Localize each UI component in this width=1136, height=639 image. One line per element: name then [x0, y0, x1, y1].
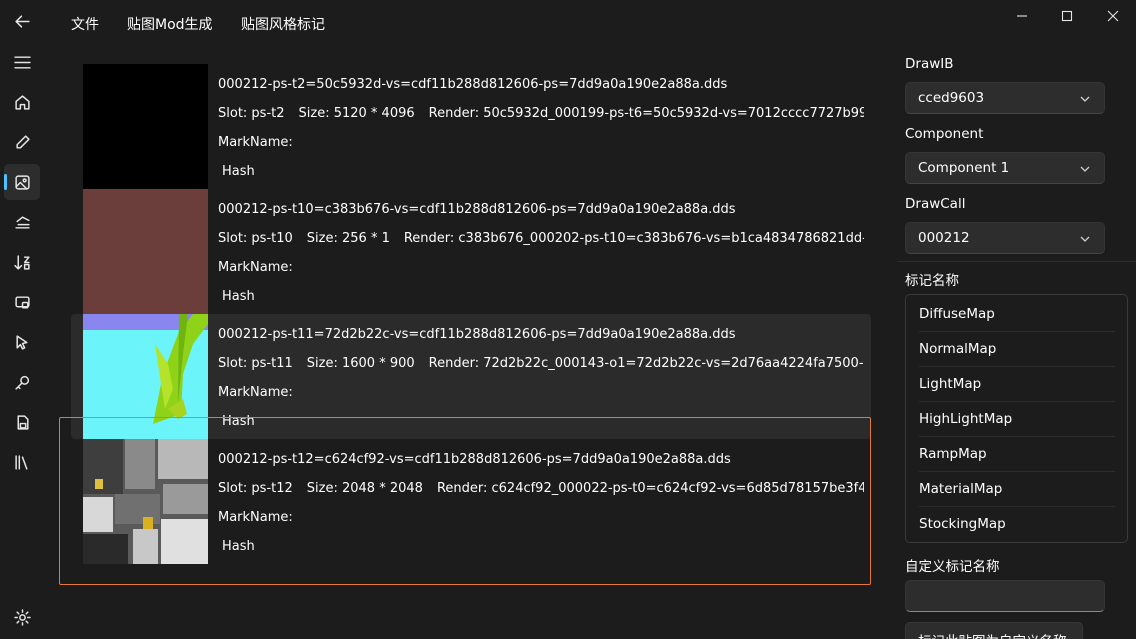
menu-file[interactable]: 文件 [71, 15, 99, 35]
selection-indicator [4, 174, 7, 190]
texture-row[interactable]: 000212-ps-t2=50c5932d-vs=cdf11b288d81260… [71, 64, 871, 189]
maximize-icon [1061, 10, 1073, 22]
drawib-combobox[interactable]: cced9603 [905, 82, 1105, 114]
texture-render: Render: c383b676_000202-ps-t10=c383b676-… [403, 231, 864, 246]
texture-render: Render: c624cf92_000022-ps-t0=c624cf92-v… [436, 481, 864, 496]
texture-meta: Slot: ps-t11 Size: 1600 * 900 Render: 72d2… [218, 355, 864, 373]
nav-cursor[interactable] [4, 324, 40, 360]
nav-photo-monitor[interactable] [4, 284, 40, 320]
chevron-down-icon [1080, 236, 1090, 242]
apply-custom-mark-button[interactable]: 标记此贴图为自定义名称 [905, 622, 1083, 639]
texture-thumbnail [83, 64, 208, 189]
nav-key[interactable] [4, 364, 40, 400]
custom-mark-input[interactable] [905, 580, 1105, 612]
home-icon [14, 94, 30, 110]
component-value: Component 1 [918, 160, 1010, 176]
texture-markname: MarkName: [218, 260, 293, 275]
mark-name-list: DiffuseMap NormalMap LightMap HighLightM… [905, 294, 1128, 543]
texture-hash: Hash [222, 289, 255, 304]
close-button[interactable] [1090, 2, 1136, 30]
texture-markname: MarkName: [218, 510, 293, 525]
nav-layers[interactable] [4, 204, 40, 240]
texture-hash: Hash [222, 414, 255, 429]
menu-toggle-button[interactable] [4, 44, 40, 80]
pencil-icon [15, 134, 30, 149]
library-icon [14, 454, 27, 470]
cursor-icon [15, 334, 27, 350]
drawcall-value: 000212 [918, 230, 970, 246]
texture-markname: MarkName: [218, 385, 293, 400]
list-item[interactable]: NormalMap [919, 332, 1115, 367]
nav-home[interactable] [4, 84, 40, 120]
texture-filename: 000212-ps-t10=c383b676-vs=cdf11b288d8126… [218, 202, 736, 217]
panel-divider [897, 261, 1136, 262]
texture-filename: 000212-ps-t11=72d2b22c-vs=cdf11b288d8126… [218, 327, 736, 342]
settings-icon [13, 608, 31, 626]
sort-icon [13, 254, 30, 270]
close-icon [1107, 10, 1119, 22]
texture-render: Render: 50c5932d_000199-ps-t6=50c5932d-v… [428, 106, 864, 121]
image-icon [14, 174, 30, 190]
texture-meta: Slot: ps-t2 Size: 5120 * 4096 Render: 50c5… [218, 105, 864, 123]
texture-slot: Slot: ps-t12 [218, 481, 293, 496]
texture-size: Size: 256 * 1 [306, 231, 390, 246]
component-combobox[interactable]: Component 1 [905, 152, 1105, 184]
texture-thumbnail [83, 314, 208, 439]
texture-row[interactable]: 000212-ps-t12=c624cf92-vs=cdf11b288d8126… [71, 439, 871, 564]
nav-edit[interactable] [4, 124, 40, 160]
texture-slot: Slot: ps-t11 [218, 356, 293, 371]
list-item[interactable]: RampMap [919, 437, 1115, 472]
texture-thumbnail [83, 189, 208, 314]
texture-row[interactable]: 000212-ps-t11=72d2b22c-vs=cdf11b288d8126… [71, 314, 871, 439]
texture-slot: Slot: ps-t2 [218, 106, 285, 121]
chevron-down-icon [1080, 166, 1090, 172]
drawib-label: DrawIB [905, 56, 954, 72]
list-item[interactable]: MaterialMap [919, 472, 1115, 507]
drawib-value: cced9603 [918, 90, 985, 106]
texture-render: Render: 72d2b22c_000143-o1=72d2b22c-vs=2… [428, 356, 864, 371]
menu-mod-generate[interactable]: 贴图Mod生成 [127, 15, 213, 35]
nav-rail [0, 0, 44, 639]
custom-mark-label: 自定义标记名称 [905, 559, 1000, 575]
nav-texture[interactable] [4, 164, 40, 200]
layers-icon [14, 215, 30, 229]
component-label: Component [905, 126, 984, 142]
texture-markname: MarkName: [218, 135, 293, 150]
file-lock-icon [17, 414, 29, 430]
texture-size: Size: 2048 * 2048 [306, 481, 423, 496]
mark-name-label: 标记名称 [905, 273, 959, 289]
menu-style-mark[interactable]: 贴图风格标记 [241, 15, 325, 35]
texture-size: Size: 1600 * 900 [306, 356, 415, 371]
list-item[interactable]: LightMap [919, 367, 1115, 402]
texture-list: 000212-ps-t2=50c5932d-vs=cdf11b288d81260… [44, 46, 892, 639]
back-icon [14, 14, 30, 28]
texture-hash: Hash [222, 539, 255, 554]
key-icon [14, 375, 29, 390]
nav-library[interactable] [4, 444, 40, 480]
texture-row[interactable]: 000212-ps-t10=c383b676-vs=cdf11b288d8126… [71, 189, 871, 314]
texture-size: Size: 5120 * 4096 [298, 106, 415, 121]
minimize-icon [1017, 15, 1027, 17]
nav-settings[interactable] [4, 599, 40, 635]
hamburger-icon [13, 55, 31, 69]
list-item[interactable]: StockingMap [919, 507, 1115, 542]
minimize-button[interactable] [999, 2, 1045, 30]
list-item[interactable]: HighLightMap [919, 402, 1115, 437]
texture-hash: Hash [222, 164, 255, 179]
texture-slot: Slot: ps-t10 [218, 231, 293, 246]
nav-sort[interactable] [4, 244, 40, 280]
drawcall-combobox[interactable]: 000212 [905, 222, 1105, 254]
nav-file-lock[interactable] [4, 404, 40, 440]
texture-meta: Slot: ps-t12 Size: 2048 * 2048 Render: c62… [218, 480, 864, 498]
texture-thumbnail [83, 439, 208, 564]
maximize-button[interactable] [1044, 2, 1090, 30]
texture-filename: 000212-ps-t12=c624cf92-vs=cdf11b288d8126… [218, 452, 731, 467]
list-item[interactable]: DiffuseMap [919, 297, 1115, 332]
texture-filename: 000212-ps-t2=50c5932d-vs=cdf11b288d81260… [218, 77, 728, 92]
texture-meta: Slot: ps-t10 Size: 256 * 1 Render: c383b67… [218, 230, 864, 248]
drawcall-label: DrawCall [905, 196, 966, 212]
photo-monitor-icon [14, 295, 30, 309]
back-button[interactable] [4, 3, 40, 39]
chevron-down-icon [1080, 96, 1090, 102]
